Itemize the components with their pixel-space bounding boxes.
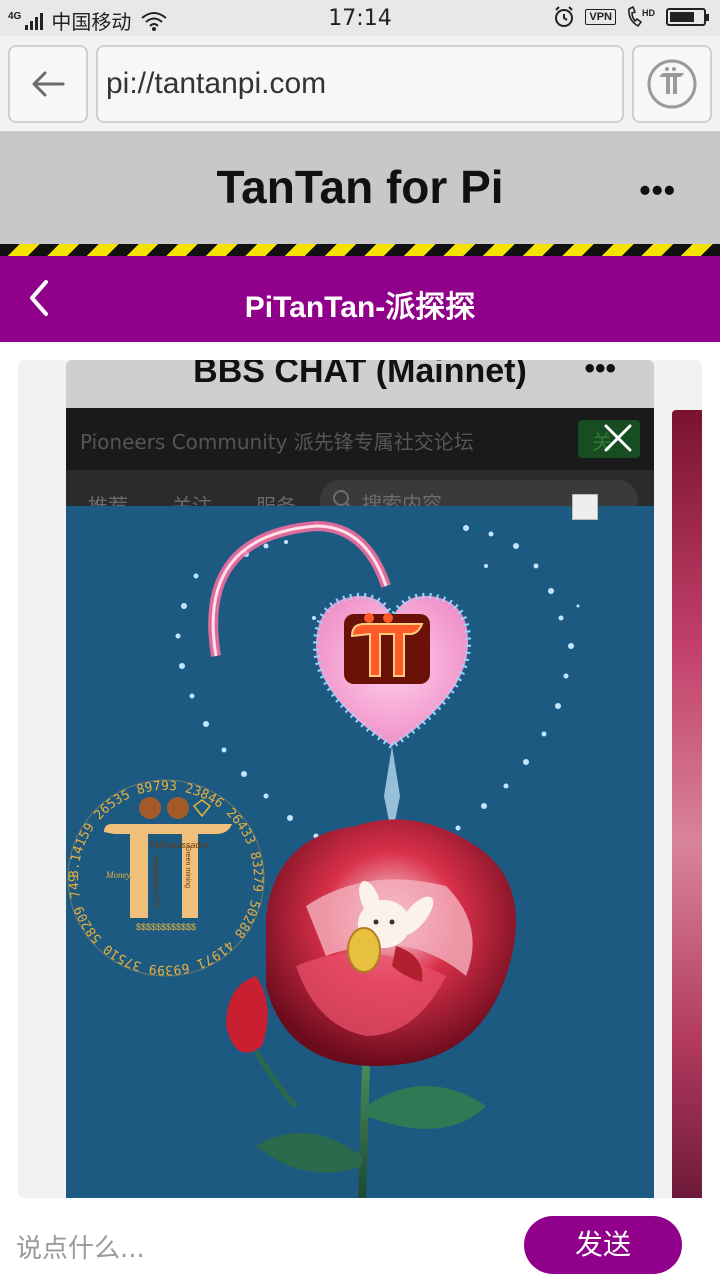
popup-title: BBS CHAT (Mainnet)	[193, 360, 527, 390]
promo-image[interactable]: 3.14159 26535 89793 23846 26433 83279 50…	[66, 495, 654, 1198]
pi-neon-logo	[344, 613, 430, 684]
pi-browser-button[interactable]	[632, 45, 712, 123]
browser-toolbar: pi://tantanpi.com	[0, 36, 720, 132]
rose-illustration	[226, 819, 516, 1198]
badge-label-mining: Green mining	[184, 846, 191, 888]
browser-back-button[interactable]	[8, 45, 88, 123]
promo-artwork: 3.14159 26535 89793 23846 26433 83279 50…	[66, 495, 580, 1198]
broken-image-placeholder	[572, 494, 598, 520]
app-title: TanTan for Pi	[216, 161, 504, 213]
battery-icon	[666, 8, 709, 26]
hazard-stripe-divider	[0, 244, 720, 256]
popup-header: BBS CHAT (Mainnet) •••	[66, 360, 654, 408]
send-button[interactable]: 发送	[524, 1216, 682, 1274]
badge-ring-text: 3.14159 26535 89793 23846 26433 83279 50…	[66, 506, 265, 977]
nav-bar: PiTanTan-派探探	[0, 256, 720, 342]
url-field[interactable]: pi://tantanpi.com	[96, 45, 624, 123]
message-input[interactable]: 说点什么...	[16, 1228, 145, 1265]
pi-ambassador-badge: 3.14159 26535 89793 23846 26433 83279 50…	[66, 495, 265, 977]
status-bar: 4G 中国移动 17:14 VPN HD	[0, 0, 720, 36]
svg-text:HD: HD	[642, 8, 655, 18]
community-title: Pioneers Community 派先锋专属社交论坛	[80, 430, 474, 454]
content-area: BBS CHAT (Mainnet) ••• Pioneers Communit…	[0, 342, 720, 1198]
badge-label-ambassador: PiAmbassador	[150, 840, 209, 850]
next-card-preview[interactable]	[672, 410, 702, 1198]
alarm-icon	[555, 6, 574, 27]
community-bar: Pioneers Community 派先锋专属社交论坛 关	[66, 408, 654, 470]
popup-tabs: 推荐 关注 服务 搜索内容	[66, 470, 654, 520]
pi-logo-icon	[647, 59, 697, 109]
page-title: PiTanTan-派探探	[244, 291, 476, 324]
hd-call-icon: HD	[628, 6, 655, 28]
battery-fill	[670, 12, 694, 22]
more-menu-button[interactable]: •••	[639, 172, 676, 209]
badge-label-money: Money	[105, 870, 131, 880]
badge-label-imagination: Imagination BTC	[152, 856, 159, 908]
arrow-left-icon	[32, 71, 65, 97]
vpn-badge: VPN	[585, 9, 616, 25]
close-icon[interactable]	[600, 420, 636, 456]
status-right: VPN HD	[553, 6, 709, 28]
popup-more-button[interactable]: •••	[584, 360, 616, 386]
ad-popup: BBS CHAT (Mainnet) ••• Pioneers Communit…	[66, 360, 654, 1198]
badge-label-dollars: $$$$$$$$$$$$	[136, 922, 196, 932]
app-header: TanTan for Pi •••	[0, 132, 720, 244]
message-bar: 说点什么... 发送	[0, 1198, 720, 1280]
